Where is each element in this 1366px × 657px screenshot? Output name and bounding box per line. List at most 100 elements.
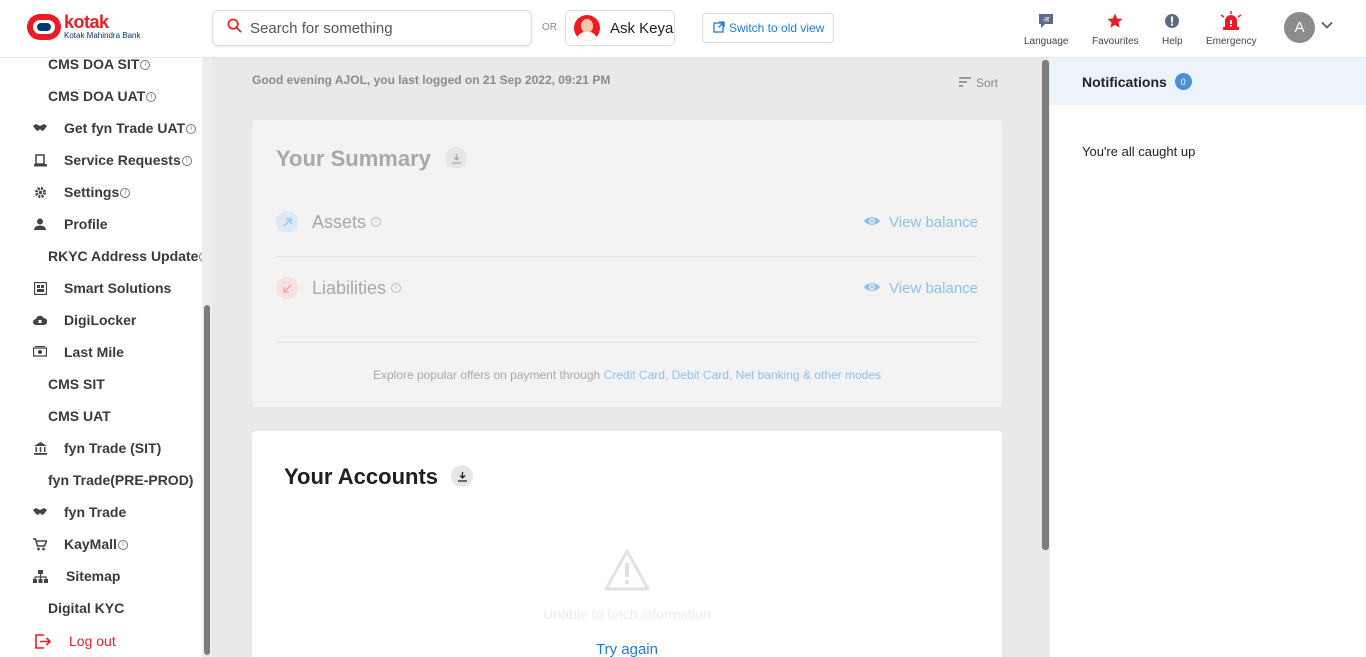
info-icon[interactable]: i xyxy=(391,283,402,293)
liabilities-view-balance-button[interactable]: View balance xyxy=(863,280,978,297)
sidebar-item-label: CMS SIT xyxy=(48,376,105,392)
sidebar-item-sitemap[interactable]: Sitemap xyxy=(0,562,120,590)
favourites-button[interactable]: Favourites xyxy=(1092,12,1139,47)
error-message: Unable to fetch information xyxy=(543,606,711,622)
try-again-button[interactable]: Try again xyxy=(252,641,1002,657)
keya-avatar-icon xyxy=(574,15,600,41)
sidebar-item-kaymall[interactable]: KayMall i xyxy=(0,530,128,558)
sidebar-scrollbar-thumb[interactable] xyxy=(204,305,210,655)
switch-old-view-label: Switch to old view xyxy=(729,21,825,35)
sidebar-item-label: DigiLocker xyxy=(64,312,137,328)
sidebar-item-label: fyn Trade xyxy=(64,504,127,520)
sidebar-item-label: Digital KYC xyxy=(48,600,125,616)
favourites-label: Favourites xyxy=(1092,36,1139,47)
sidebar-item-label: fyn Trade(PRE-PROD) xyxy=(48,472,194,488)
download-icon[interactable] xyxy=(445,147,467,169)
main-content: Good evening AJOL, you last logged on 21… xyxy=(212,58,1050,657)
info-icon[interactable]: i xyxy=(140,60,151,71)
sort-icon xyxy=(959,76,971,90)
sidebar-item-rkyc-address-update[interactable]: RKYC Address Updatei xyxy=(0,242,210,270)
sidebar-item-cms-doa-uat[interactable]: CMS DOA UAT i xyxy=(0,82,157,110)
cloud-lock-icon xyxy=(32,312,48,328)
top-header: kotak Kotak Mahindra Bank OR Ask Keya Sw… xyxy=(0,0,1366,58)
assets-label: Assets xyxy=(312,211,367,232)
sidebar-item-cms-sit[interactable]: CMS SIT xyxy=(0,370,105,398)
sidebar-item-cms-doa-sit[interactable]: CMS DOA SIT i xyxy=(0,58,151,78)
logout-icon xyxy=(35,633,51,649)
sidebar-item-profile[interactable]: Profile xyxy=(0,210,108,238)
kotak-logo[interactable]: kotak Kotak Mahindra Bank xyxy=(27,12,141,40)
logout-label: Log out xyxy=(69,633,116,649)
notifications-count-badge: 0 xyxy=(1174,73,1192,90)
language-button[interactable]: अ Language xyxy=(1024,12,1069,47)
profile-avatar[interactable]: A xyxy=(1284,12,1315,43)
eye-icon xyxy=(863,280,881,297)
sidebar-item-digital-kyc[interactable]: Digital KYC xyxy=(0,594,124,622)
switch-old-view-button[interactable]: Switch to old view xyxy=(702,13,834,43)
divider xyxy=(276,342,978,343)
sidebar-item-settings[interactable]: Settings i xyxy=(0,178,131,206)
sidebar-item-get-fyn-trade-uat[interactable]: Get fyn Trade UAT i xyxy=(0,114,197,142)
sidebar-item-smart-solutions[interactable]: Smart Solutions xyxy=(0,274,171,302)
sidebar-item-cms-uat[interactable]: CMS UAT xyxy=(0,402,111,430)
sidebar-item-label: CMS UAT xyxy=(48,408,111,424)
liabilities-row: Liabilities i View balance xyxy=(276,273,978,303)
offers-label: Explore popular offers on payment throug… xyxy=(372,368,604,382)
sort-label: Sort xyxy=(976,76,999,90)
language-label: Language xyxy=(1024,36,1069,47)
emergency-button[interactable]: Emergency xyxy=(1206,11,1257,47)
assets-row: Assets i View balance xyxy=(276,207,978,237)
sidebar-item-fyn-trade-sit[interactable]: fyn Trade (SIT) xyxy=(0,434,161,462)
accounts-card: Your Accounts Unable to fetch informatio… xyxy=(252,431,1002,657)
help-button[interactable]: Help xyxy=(1162,12,1183,47)
arrow-up-right-icon xyxy=(276,211,298,233)
liabilities-label: Liabilities xyxy=(312,277,387,298)
view-balance-label: View balance xyxy=(889,279,978,297)
accounts-title: Your Accounts xyxy=(284,464,439,489)
offers-link[interactable]: Credit Card, Debit Card, Net banking & o… xyxy=(604,368,881,382)
download-icon[interactable] xyxy=(451,465,473,487)
sidebar-item-label: Smart Solutions xyxy=(64,280,172,296)
person-icon xyxy=(32,216,48,232)
sidebar-menu: CMS DOA SIT i CMS DOA UAT i Get fyn Trade … xyxy=(0,58,212,657)
sidebar-item-label: Service Requests xyxy=(64,152,181,168)
sidebar-item-digilocker[interactable]: DigiLocker xyxy=(0,306,136,334)
info-icon[interactable]: i xyxy=(371,217,382,227)
assets-view-balance-button[interactable]: View balance xyxy=(863,214,978,231)
info-icon[interactable]: i xyxy=(120,188,131,199)
notifications-title: Notifications xyxy=(1082,73,1167,90)
info-icon[interactable]: i xyxy=(181,156,192,167)
external-link-icon xyxy=(713,20,725,36)
sidebar-item-label: Last Mile xyxy=(64,344,124,360)
chevron-down-icon[interactable] xyxy=(1320,18,1334,37)
eye-icon xyxy=(863,214,881,231)
view-balance-label: View balance xyxy=(889,213,978,231)
sidebar-item-label: Get fyn Trade UAT xyxy=(64,120,186,136)
info-icon[interactable]: i xyxy=(186,124,197,135)
search-input[interactable] xyxy=(250,19,520,37)
info-icon[interactable]: i xyxy=(146,92,157,103)
smart-solutions-icon xyxy=(32,280,48,296)
sidebar-item-fyn-trade[interactable]: fyn Trade xyxy=(0,498,126,526)
handshake-icon xyxy=(32,120,48,136)
arrow-down-left-icon xyxy=(276,277,298,299)
sidebar-item-label: Sitemap xyxy=(66,568,121,584)
sort-button[interactable]: Sort xyxy=(959,76,998,90)
ask-keya-button[interactable]: Ask Keya xyxy=(565,10,675,46)
sidebar-item-label: fyn Trade (SIT) xyxy=(64,440,162,456)
sidebar-item-fyn-trade-pre-prod[interactable]: fyn Trade(PRE-PROD) xyxy=(0,466,193,494)
brand-name: kotak xyxy=(64,11,109,32)
search-box[interactable] xyxy=(212,10,532,46)
service-request-icon xyxy=(32,152,48,168)
info-icon[interactable]: i xyxy=(117,540,128,551)
handshake-icon xyxy=(32,504,48,520)
star-icon xyxy=(1106,12,1124,30)
offers-text: Explore popular offers on payment throug… xyxy=(252,368,1002,382)
notifications-empty-text: You're all caught up xyxy=(1082,144,1196,159)
bank-icon xyxy=(32,440,48,456)
main-scrollbar-thumb[interactable] xyxy=(1042,60,1049,550)
logout-button[interactable]: Log out xyxy=(0,627,116,655)
help-icon xyxy=(1164,12,1180,30)
sidebar-item-last-mile[interactable]: Last Mile xyxy=(0,338,124,366)
sidebar-item-service-requests[interactable]: Service Requests i xyxy=(0,146,192,174)
